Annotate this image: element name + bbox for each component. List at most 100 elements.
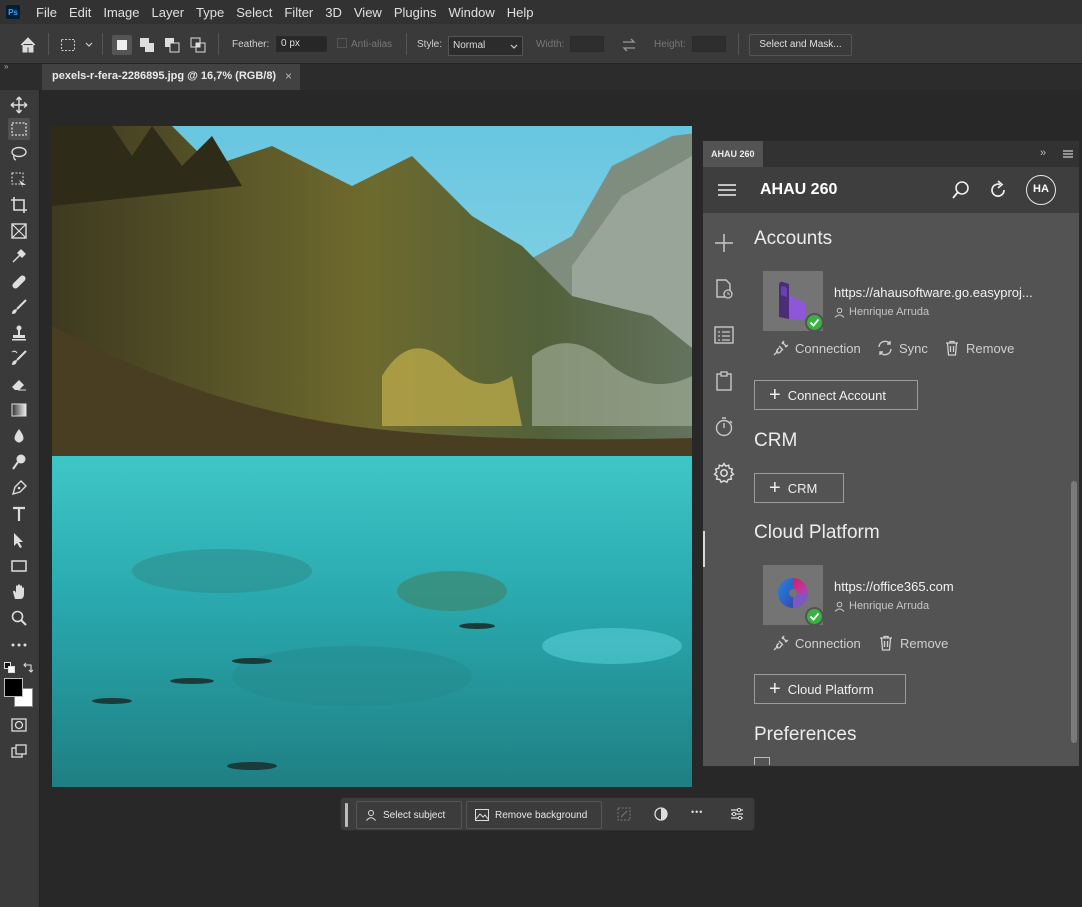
select-subject-button[interactable]: Select subject (356, 801, 462, 829)
more-tools-icon[interactable] (8, 634, 30, 656)
user-icon (834, 601, 845, 612)
crop-tool-icon[interactable] (8, 194, 30, 216)
rect-marquee-tool-icon[interactable] (8, 118, 30, 140)
feather-label: Feather: (232, 39, 270, 50)
expand-panels-icon[interactable]: » (0, 63, 40, 72)
blur-tool-icon[interactable] (8, 425, 30, 447)
connect-account-button[interactable]: + Connect Account (754, 380, 918, 410)
cloud-user-name: Henrique Arruda (849, 600, 930, 612)
account-sync-action[interactable]: Sync (877, 340, 928, 356)
swap-colors-icon[interactable] (22, 662, 34, 674)
collapse-panel-icon[interactable]: » (1040, 147, 1046, 159)
add-cloud-platform-button[interactable]: + Cloud Platform (754, 674, 906, 704)
settings-gear-icon[interactable] (712, 461, 736, 485)
plus-icon: + (769, 477, 781, 499)
healing-brush-tool-icon[interactable] (8, 271, 30, 293)
menu-3d[interactable]: 3D (319, 5, 348, 20)
width-input[interactable] (570, 36, 604, 52)
menu-file[interactable]: File (30, 5, 63, 20)
anti-alias-checkbox[interactable] (337, 38, 347, 48)
history-brush-tool-icon[interactable] (8, 347, 30, 369)
path-selection-tool-icon[interactable] (8, 529, 30, 551)
rect-marquee-preset-icon[interactable] (60, 37, 76, 53)
add-cloud-platform-label: Cloud Platform (787, 681, 874, 697)
rectangle-tool-icon[interactable] (8, 555, 30, 577)
style-select[interactable]: Normal (448, 36, 523, 56)
menu-select[interactable]: Select (230, 5, 278, 20)
sync-icon (878, 340, 892, 356)
office365-account-thumbnail (763, 565, 824, 626)
style-label: Style: (417, 39, 443, 50)
zoom-tool-icon[interactable] (8, 607, 30, 629)
cloud-platform-section-title: Cloud Platform (754, 522, 880, 543)
preferences-checkbox-partial[interactable] (754, 757, 770, 765)
menu-help[interactable]: Help (501, 5, 540, 20)
feather-input[interactable]: 0 px (276, 36, 327, 52)
pen-tool-icon[interactable] (8, 477, 30, 499)
menu-type[interactable]: Type (190, 5, 230, 20)
timer-icon[interactable] (712, 415, 736, 439)
height-input[interactable] (692, 36, 726, 52)
cloud-connection-action[interactable]: Connection (773, 635, 861, 651)
avatar[interactable]: HA (1026, 175, 1056, 205)
mask-icon[interactable] (653, 806, 669, 822)
cloud-remove-action[interactable]: Remove (878, 635, 948, 651)
eyedropper-tool-icon[interactable] (8, 245, 30, 267)
refresh-icon[interactable] (988, 180, 1008, 200)
menu-view[interactable]: View (348, 5, 388, 20)
settings-sliders-icon[interactable] (729, 806, 745, 822)
gradient-tool-icon[interactable] (8, 399, 30, 421)
select-and-mask-button[interactable]: Select and Mask... (749, 34, 852, 56)
object-selection-tool-icon[interactable] (8, 169, 30, 191)
options-bar: Feather: 0 px Anti-alias Style: Normal W… (0, 24, 1082, 64)
search-icon[interactable] (951, 180, 971, 200)
lasso-tool-icon[interactable] (8, 143, 30, 165)
account-connection-action[interactable]: Connection (773, 340, 861, 356)
clone-stamp-tool-icon[interactable] (8, 322, 30, 344)
document-clock-icon[interactable] (712, 277, 736, 301)
account-remove-action[interactable]: Remove (944, 340, 1014, 356)
close-tab-icon[interactable]: × (285, 64, 292, 88)
eraser-tool-icon[interactable] (8, 373, 30, 395)
frame-tool-icon[interactable] (8, 220, 30, 242)
quick-mask-icon[interactable] (8, 714, 30, 736)
screen-mode-icon[interactable] (8, 740, 30, 762)
home-icon[interactable] (19, 36, 37, 54)
hamburger-menu-icon[interactable] (718, 183, 736, 197)
add-to-selection-icon[interactable] (139, 37, 155, 53)
easyprojects-logo-icon (779, 281, 805, 319)
sync-label: Sync (899, 340, 928, 356)
add-crm-button[interactable]: + CRM (754, 473, 844, 503)
dodge-tool-icon[interactable] (8, 451, 30, 473)
subtract-from-selection-icon[interactable] (164, 37, 180, 53)
separator (218, 33, 219, 55)
drag-handle[interactable] (345, 803, 348, 827)
document-tab[interactable]: pexels-r-fera-2286895.jpg @ 16,7% (RGB/8… (42, 64, 300, 90)
menu-image[interactable]: Image (97, 5, 145, 20)
move-tool-icon[interactable] (8, 94, 30, 116)
clipboard-icon[interactable] (712, 369, 736, 393)
menu-filter[interactable]: Filter (278, 5, 319, 20)
menu-layer[interactable]: Layer (146, 5, 191, 20)
menu-edit[interactable]: Edit (63, 5, 97, 20)
new-selection-button[interactable] (112, 35, 132, 55)
default-colors-icon[interactable] (4, 662, 16, 674)
remove-label: Remove (900, 635, 949, 651)
hand-tool-icon[interactable] (8, 581, 30, 603)
brush-tool-icon[interactable] (8, 296, 30, 318)
add-icon[interactable] (712, 231, 736, 255)
remove-background-button[interactable]: Remove background (466, 801, 602, 829)
more-options-icon[interactable]: ••• (691, 807, 703, 817)
list-view-icon[interactable] (712, 323, 736, 347)
transform-icon[interactable] (616, 806, 632, 822)
panel-tab[interactable]: AHAU 260 (703, 141, 763, 167)
panel-scrollbar[interactable] (1071, 481, 1077, 743)
type-tool-icon[interactable] (8, 503, 30, 525)
menu-window[interactable]: Window (442, 5, 500, 20)
menu-plugins[interactable]: Plugins (388, 5, 443, 20)
chevron-down-icon[interactable] (85, 41, 93, 49)
foreground-color-swatch[interactable] (4, 678, 23, 697)
intersect-selection-icon[interactable] (190, 37, 206, 53)
swap-arrows-icon[interactable] (621, 37, 637, 53)
panel-menu-icon[interactable] (1063, 150, 1073, 158)
